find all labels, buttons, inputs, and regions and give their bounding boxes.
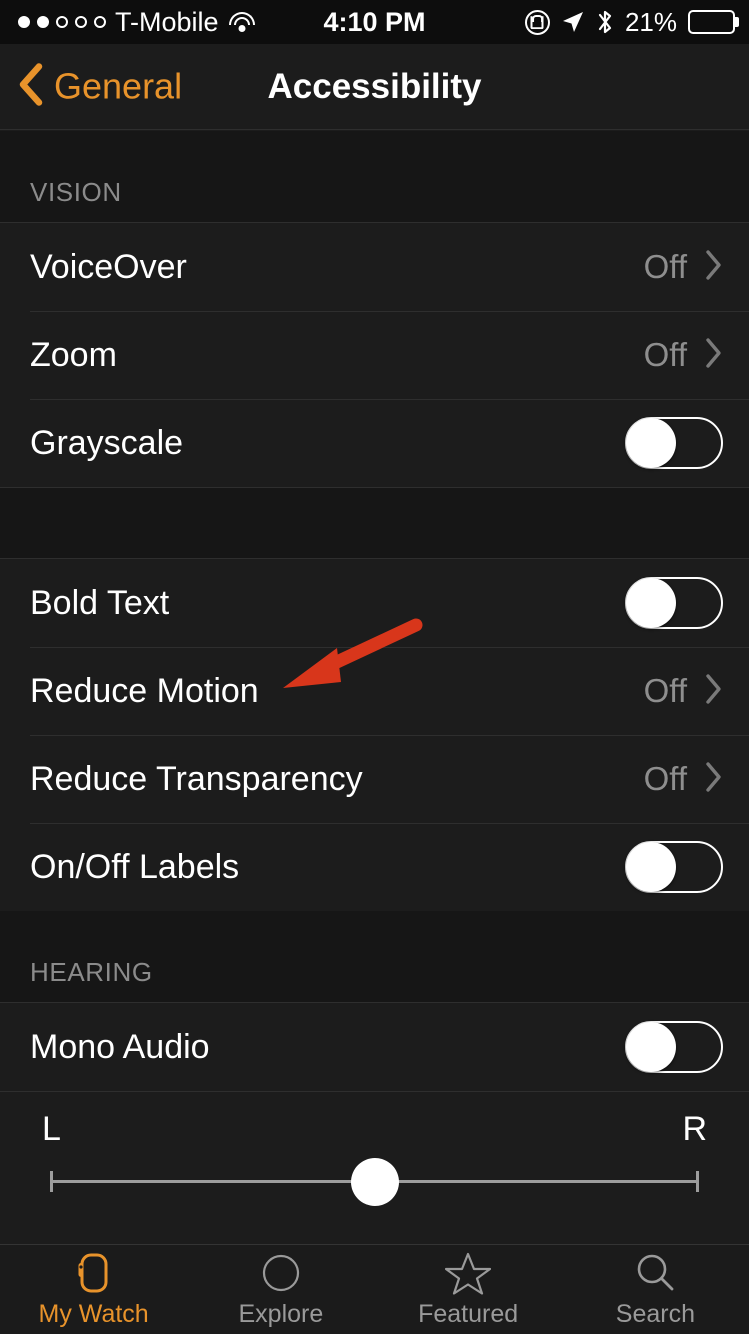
apple-watch-icon xyxy=(74,1250,114,1296)
row-label: On/Off Labels xyxy=(30,847,240,886)
balance-right-label: R xyxy=(682,1110,707,1148)
row-on-off-labels[interactable]: On/Off Labels xyxy=(0,823,749,911)
battery-icon xyxy=(688,10,735,34)
row-mono-audio[interactable]: Mono Audio xyxy=(0,1003,749,1091)
row-grayscale[interactable]: Grayscale xyxy=(0,399,749,487)
row-label: Reduce Motion xyxy=(30,671,259,710)
toggle-knob xyxy=(626,1022,676,1072)
balance-labels: L R xyxy=(0,1110,749,1149)
tab-label: Explore xyxy=(238,1300,324,1328)
chevron-right-icon xyxy=(705,673,723,710)
chevron-right-icon xyxy=(705,249,723,286)
tab-label: Search xyxy=(615,1300,695,1328)
section-divider xyxy=(0,487,749,559)
row-value: Off xyxy=(643,760,687,797)
balance-knob[interactable] xyxy=(350,1158,399,1206)
tab-label: Featured xyxy=(418,1300,519,1328)
section-hearing-rows: Mono Audio xyxy=(0,1003,749,1091)
row-zoom[interactable]: Zoom Off xyxy=(0,311,749,399)
magnifier-icon xyxy=(633,1250,677,1296)
star-icon xyxy=(445,1250,492,1296)
grayscale-toggle[interactable] xyxy=(625,417,723,469)
row-reduce-transparency[interactable]: Reduce Transparency Off xyxy=(0,735,749,823)
tab-bar: My Watch Explore Featured Search xyxy=(0,1244,749,1334)
toggle-knob xyxy=(626,842,676,892)
rotation-lock-icon xyxy=(524,9,550,35)
chevron-right-icon xyxy=(705,337,723,374)
row-value: Off xyxy=(643,672,687,709)
tab-search[interactable]: Search xyxy=(562,1245,749,1334)
page-title: Accessibility xyxy=(267,66,482,106)
bold-text-toggle[interactable] xyxy=(625,577,723,629)
toggle-knob xyxy=(626,578,676,628)
row-label: VoiceOver xyxy=(30,247,187,286)
row-bold-text[interactable]: Bold Text xyxy=(0,559,749,647)
mono-audio-toggle[interactable] xyxy=(625,1021,723,1073)
row-label: Bold Text xyxy=(30,583,170,622)
tab-featured[interactable]: Featured xyxy=(375,1245,562,1334)
status-bar: T-Mobile 4:10 PM 21% xyxy=(0,0,749,44)
toggle-knob xyxy=(626,418,676,468)
row-reduce-motion[interactable]: Reduce Motion Off xyxy=(0,647,749,735)
section-display-rows: Bold Text Reduce Motion Off Reduce Trans… xyxy=(0,559,749,911)
iphone-screen: T-Mobile 4:10 PM 21% General Accessibili… xyxy=(0,0,749,1334)
compass-icon xyxy=(259,1250,303,1296)
section-vision-rows: VoiceOver Off Zoom Off Grayscale xyxy=(0,223,749,487)
row-label: Zoom xyxy=(30,335,117,374)
row-voiceover[interactable]: VoiceOver Off xyxy=(0,223,749,311)
on-off-labels-toggle[interactable] xyxy=(625,841,723,893)
settings-list[interactable]: VISION VoiceOver Off Zoom Off Grayscale xyxy=(0,131,749,1244)
row-label: Mono Audio xyxy=(30,1027,210,1066)
tab-explore[interactable]: Explore xyxy=(187,1245,374,1334)
row-label: Reduce Transparency xyxy=(30,759,363,798)
section-header-hearing: HEARING xyxy=(0,911,749,1003)
navigation-bar: General Accessibility xyxy=(0,44,749,130)
tab-my-watch[interactable]: My Watch xyxy=(0,1245,187,1334)
status-bar-right: 21% xyxy=(524,6,735,38)
location-arrow-icon xyxy=(561,10,585,34)
battery-percent-label: 21% xyxy=(624,6,677,37)
row-value: Off xyxy=(643,248,687,285)
balance-left-label: L xyxy=(42,1110,61,1148)
tab-label: My Watch xyxy=(38,1300,149,1328)
section-header-vision: VISION xyxy=(0,131,749,223)
bluetooth-icon xyxy=(596,9,614,35)
row-value: Off xyxy=(643,336,687,373)
chevron-right-icon xyxy=(705,761,723,798)
audio-balance-slider[interactable]: L R xyxy=(0,1091,749,1209)
row-label: Grayscale xyxy=(30,423,184,462)
